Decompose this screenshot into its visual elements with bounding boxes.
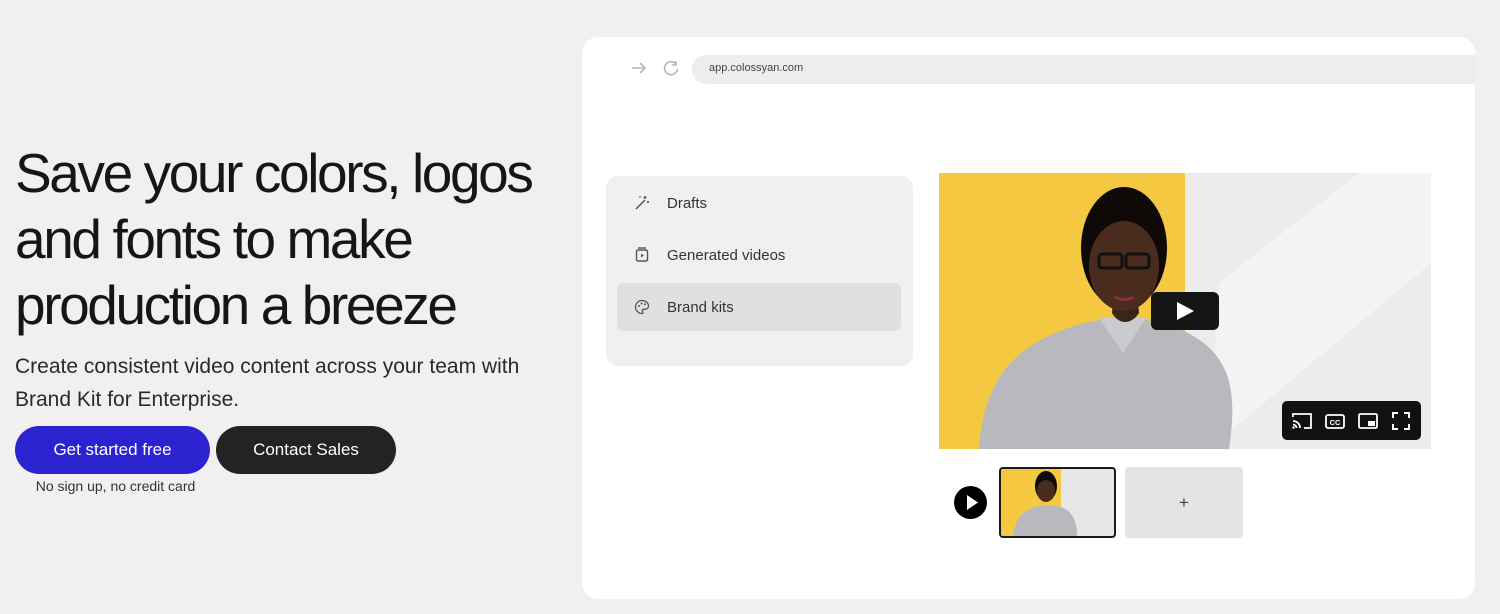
sidebar-item-drafts[interactable]: Drafts	[617, 179, 901, 227]
url-text: app.colossyan.com	[709, 62, 804, 74]
cast-icon[interactable]	[1290, 409, 1314, 433]
video-controls: CC	[1282, 401, 1421, 440]
hero-title: Save your colors, logos and fonts to mak…	[15, 142, 534, 336]
timeline-play-button[interactable]	[954, 486, 987, 519]
play-icon	[1177, 302, 1194, 320]
contact-sales-button[interactable]: Contact Sales	[216, 426, 396, 474]
sidebar-item-generated-videos[interactable]: Generated videos	[617, 231, 901, 279]
video-file-icon	[635, 247, 649, 262]
palette-icon	[634, 299, 650, 315]
wand-icon	[635, 196, 649, 210]
sidebar-item-brand-kits[interactable]: Brand kits	[617, 283, 901, 331]
sidebar-item-label: Generated videos	[667, 246, 786, 264]
reload-icon[interactable]	[661, 58, 681, 78]
sidebar-item-label: Brand kits	[667, 298, 734, 316]
svg-text:CC: CC	[1330, 418, 1341, 427]
hero-subtitle: Create consistent video content across y…	[15, 355, 520, 411]
captions-icon[interactable]: CC	[1323, 409, 1347, 433]
fullscreen-icon[interactable]	[1389, 409, 1413, 433]
picture-in-picture-icon[interactable]	[1356, 409, 1380, 433]
presenter-thumbnail-image	[1013, 471, 1077, 536]
forward-arrow-icon[interactable]	[629, 58, 649, 78]
fine-print: No sign up, no credit card	[35, 478, 196, 494]
sidebar-item-label: Drafts	[667, 194, 708, 212]
video-play-button[interactable]	[1151, 292, 1219, 330]
url-bar[interactable]: app.colossyan.com	[692, 55, 1475, 84]
play-icon	[967, 495, 978, 510]
sidebar-panel: Drafts Generated videos Brand kits	[606, 176, 913, 366]
get-started-button[interactable]: Get started free	[15, 426, 210, 474]
scene-thumbnail[interactable]	[999, 467, 1116, 538]
add-scene-button[interactable]: +	[1125, 467, 1243, 538]
